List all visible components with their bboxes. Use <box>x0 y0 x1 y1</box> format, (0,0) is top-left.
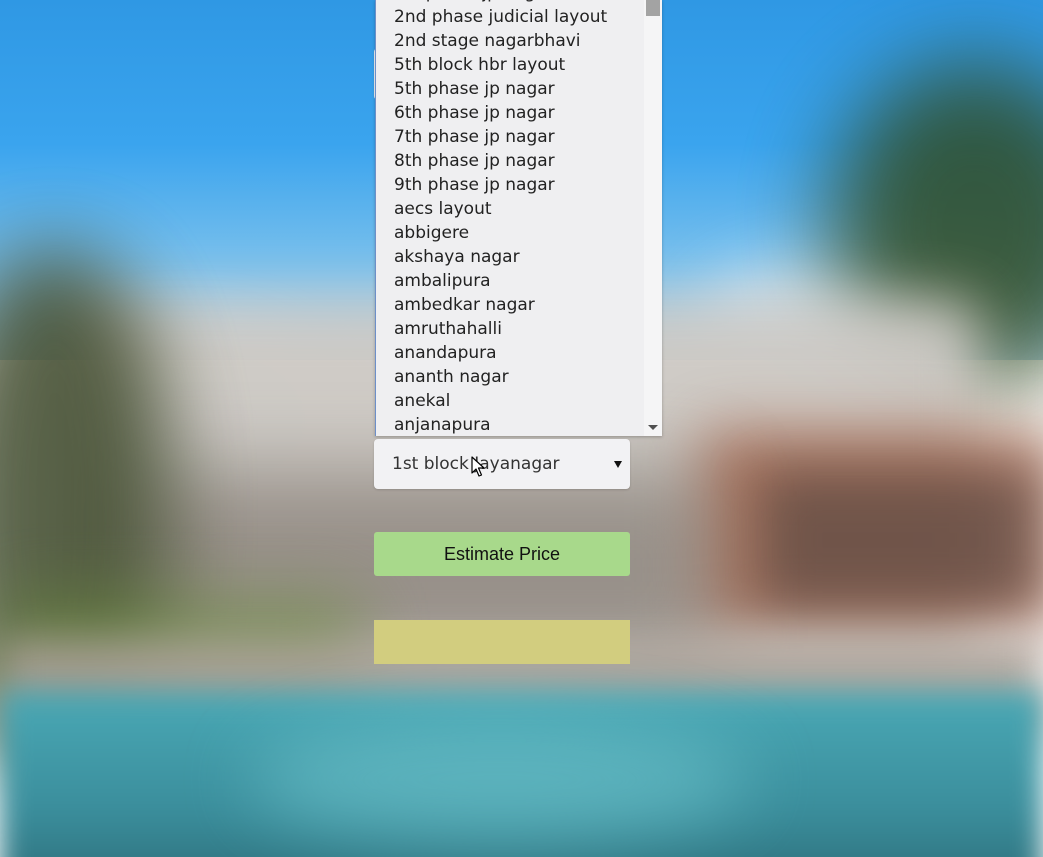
dropdown-scrollbar[interactable] <box>644 0 662 436</box>
location-option[interactable]: 2nd stage nagarbhavi <box>376 29 644 53</box>
location-options: 1st phase jp nagar2nd phase judicial lay… <box>376 0 644 436</box>
location-option[interactable]: ambedkar nagar <box>376 293 644 317</box>
dropdown-arrow-icon <box>614 461 622 468</box>
location-option[interactable]: aecs layout <box>376 197 644 221</box>
location-option[interactable]: anandapura <box>376 341 644 365</box>
location-option[interactable]: anjanapura <box>376 413 644 436</box>
scroll-down-arrow-icon[interactable] <box>648 425 658 430</box>
location-option[interactable]: ananth nagar <box>376 365 644 389</box>
location-option[interactable]: 6th phase jp nagar <box>376 101 644 125</box>
location-option[interactable]: 5th phase jp nagar <box>376 77 644 101</box>
scrollbar-thumb[interactable] <box>646 0 660 16</box>
estimate-price-button[interactable]: Estimate Price <box>374 532 630 576</box>
location-option[interactable]: 7th phase jp nagar <box>376 125 644 149</box>
location-option[interactable]: 9th phase jp nagar <box>376 173 644 197</box>
location-dropdown-list[interactable]: 1st phase jp nagar2nd phase judicial lay… <box>375 0 662 436</box>
location-option[interactable]: akshaya nagar <box>376 245 644 269</box>
estimated-price-result <box>374 620 630 664</box>
mouse-cursor-icon <box>471 456 485 477</box>
location-option[interactable]: 5th block hbr layout <box>376 53 644 77</box>
location-option[interactable]: abbigere <box>376 221 644 245</box>
location-option[interactable]: ambalipura <box>376 269 644 293</box>
location-option[interactable]: anekal <box>376 389 644 413</box>
location-option[interactable]: 8th phase jp nagar <box>376 149 644 173</box>
location-option[interactable]: amruthahalli <box>376 317 644 341</box>
location-option[interactable]: 2nd phase judicial layout <box>376 5 644 29</box>
location-select[interactable]: 1st block Jayanagar <box>374 439 630 489</box>
